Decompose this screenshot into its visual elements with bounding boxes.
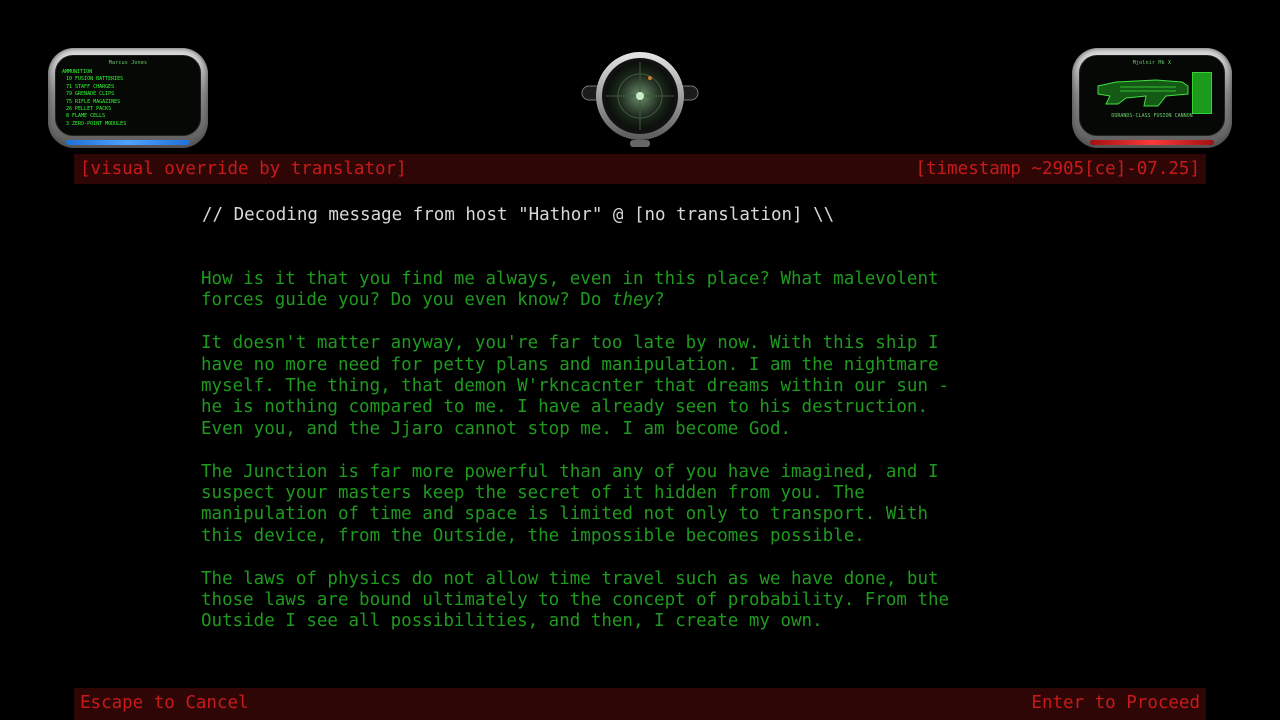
message-line: this device, from the Outside, the impos…	[201, 525, 865, 546]
ammo-panel: Marcus Jones AMMUNITION 10 FUSION BATTER…	[48, 48, 208, 148]
terminal-message: How is it that you find me always, even …	[201, 269, 1101, 654]
message-line: The Junction is far more powerful than a…	[201, 461, 939, 482]
oxygen-bar	[1090, 140, 1214, 145]
message-paragraph: The laws of physics do not allow time tr…	[201, 569, 1101, 633]
message-line: It doesn't matter anyway, you're far too…	[201, 333, 939, 354]
ammo-item: 3 ZERO-POINT MODULES	[66, 120, 127, 127]
ammo-item: 71 STAFF CHARGES	[66, 83, 115, 90]
message-text: forces guide you? Do you even know? Do	[201, 290, 612, 311]
weapon-charge-gauge	[1192, 72, 1212, 114]
ammo-item: 79 GRENADE CLIPS	[66, 91, 115, 98]
ammo-list: AMMUNITION 10 FUSION BATTERIES 71 STAFF …	[62, 69, 200, 128]
message-text: ?	[654, 290, 665, 311]
ammo-item: 26 PELLET PACKS	[66, 106, 112, 113]
ammo-item: 8 FLAME CELLS	[66, 113, 106, 120]
weapon-panel: Mjolnir Mk X DURANDS-CLASS FUSION CANNON	[1072, 48, 1232, 148]
terminal-header-bar: [visual override by translator] [timesta…	[74, 154, 1206, 184]
translator-note: [visual override by translator]	[80, 159, 407, 179]
message-line: Even you, and the Jjaro cannot stop me. …	[201, 418, 792, 439]
ammo-item: 75 RIFLE MAGAZINES	[66, 98, 121, 105]
weapon-screen: Mjolnir Mk X DURANDS-CLASS FUSION CANNON	[1079, 55, 1225, 136]
emphasized-word: they	[611, 290, 655, 311]
message-paragraph: How is it that you find me always, even …	[201, 269, 1101, 312]
proceed-prompt[interactable]: Enter to Proceed	[1031, 688, 1200, 718]
message-paragraph: It doesn't matter anyway, you're far too…	[201, 333, 1101, 440]
message-line: have no more need for petty plans and ma…	[201, 354, 939, 375]
weapon-name: DURANDS-CLASS FUSION CANNON	[1111, 113, 1193, 119]
timestamp: [timestamp ~2905[ce]-07.25]	[915, 159, 1200, 179]
weapon-title: Mjolnir Mk X	[1132, 60, 1172, 66]
message-line: manipulation of time and space is limite…	[201, 504, 928, 525]
ammo-screen: Marcus Jones AMMUNITION 10 FUSION BATTER…	[55, 55, 201, 136]
shield-bar	[66, 140, 190, 145]
ammo-item: 10 FUSION BATTERIES	[66, 76, 124, 83]
message-line: he is nothing compared to me. I have alr…	[201, 397, 928, 418]
message-paragraph: The Junction is far more powerful than a…	[201, 462, 1101, 548]
cancel-prompt[interactable]: Escape to Cancel	[80, 688, 249, 718]
message-line: suspect your masters keep the secret of …	[201, 483, 865, 504]
message-line: The laws of physics do not allow time tr…	[201, 568, 939, 589]
message-header: // Decoding message from host "Hathor" @…	[202, 205, 835, 225]
message-line: forces guide you? Do you even know? Do t…	[201, 290, 1101, 311]
message-line: How is it that you find me always, even …	[201, 269, 939, 289]
weapon-icon	[1097, 79, 1189, 107]
message-line: Outside I see all possibilities, and the…	[201, 611, 823, 632]
ammo-header: AMMUNITION	[62, 69, 93, 75]
player-name: Marcus Jones	[108, 60, 148, 66]
message-line: myself. The thing, that demon W'rkncacnt…	[201, 376, 950, 397]
radar-icon	[581, 52, 699, 147]
terminal-footer-bar: Escape to Cancel Enter to Proceed	[74, 688, 1206, 720]
message-line: those laws are bound ultimately to the c…	[201, 590, 950, 611]
